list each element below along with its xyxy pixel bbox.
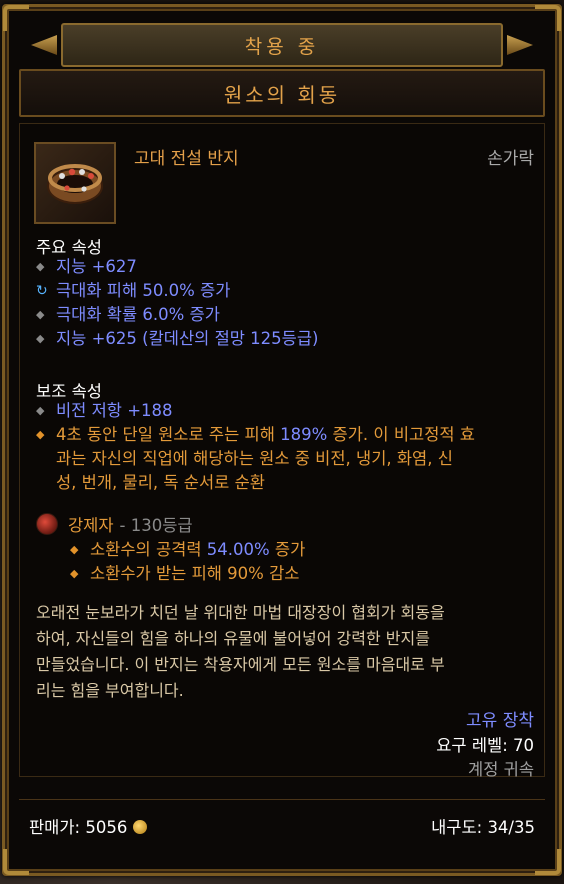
forged-power: 강제자 - 130등급: [36, 512, 193, 536]
item-tooltip: 착용 중 원소의 회동 고대 전설 반지 손가락 주요 속성 ◆ 지능 +627: [2, 4, 562, 876]
account-bound: 계정 귀속: [468, 760, 534, 779]
legendary-bullet-icon: ◆: [70, 543, 79, 556]
item-icon-frame: [34, 142, 116, 224]
tooltip-footer: 판매가: 5056 내구도: 34/35: [19, 799, 545, 851]
legendary-bullet-icon: ◆: [70, 567, 79, 580]
equipped-label: 착용 중: [244, 35, 320, 58]
legendary-power-line: 성, 번개, 물리, 독 순서로 순환: [56, 473, 265, 492]
sell-price: 판매가: 5056: [29, 814, 148, 838]
primary-stat: ↻ 극대화 피해 50.0% 증가: [36, 279, 532, 303]
forged-power-name: 강제자: [68, 516, 114, 535]
secondary-stat: ◆ 비전 저항 +188: [36, 399, 532, 423]
unique-equipped: 고유 장착: [466, 711, 534, 731]
frame-corner: [3, 849, 29, 875]
gold-coin-icon: [133, 819, 148, 834]
forged-stat: ◆ 소환수의 공격력 54.00% 증가: [70, 538, 532, 562]
primary-stat: ◆ 극대화 확률 6.0% 증가: [36, 303, 532, 327]
item-type: 고대 전설 반지: [134, 149, 239, 169]
frame-corner: [3, 5, 29, 31]
required-level: 요구 레벨: 70: [436, 736, 534, 755]
diamond-bullet-icon: ◆: [36, 308, 45, 321]
ring-icon: [47, 164, 103, 204]
equipped-header: 착용 중: [61, 23, 503, 67]
frame-corner: [535, 5, 561, 31]
flavor-text: 오래전 눈보라가 치던 날 위대한 마법 대장장이 협회가 회동을 하여, 자신…: [36, 603, 445, 700]
forged-power-rank: - 130등급: [119, 516, 193, 535]
diamond-bullet-icon: ◆: [36, 404, 45, 417]
enchant-icon: ↻: [36, 283, 48, 299]
tooltip-body: 고대 전설 반지 손가락 주요 속성 ◆ 지능 +627 ↻ 극대화 피해 50…: [19, 123, 545, 779]
legendary-power-line: 과는 자신의 직업에 해당하는 원소 중 비전, 냉기, 화염, 신: [56, 449, 453, 468]
forged-stat: ◆ 소환수가 받는 피해 90% 감소: [70, 562, 532, 586]
legendary-power: ◆ 4초 동안 단일 원소로 주는 피해 189% 증가. 이 비고정적 효: [36, 423, 532, 447]
diamond-bullet-icon: ◆: [36, 332, 45, 345]
forge-power-icon: [36, 513, 58, 535]
item-name-header: 원소의 회동: [19, 69, 545, 117]
legendary-bullet-icon: ◆: [36, 428, 45, 441]
primary-stat: ◆ 지능 +625 (칼데산의 절망 125등급): [36, 327, 532, 351]
durability: 내구도: 34/35: [431, 817, 535, 837]
item-name: 원소의 회동: [223, 82, 341, 107]
frame-corner: [535, 849, 561, 875]
item-slot: 손가락: [487, 149, 534, 169]
primary-stat: ◆ 지능 +627: [36, 255, 532, 279]
diamond-bullet-icon: ◆: [36, 260, 45, 273]
